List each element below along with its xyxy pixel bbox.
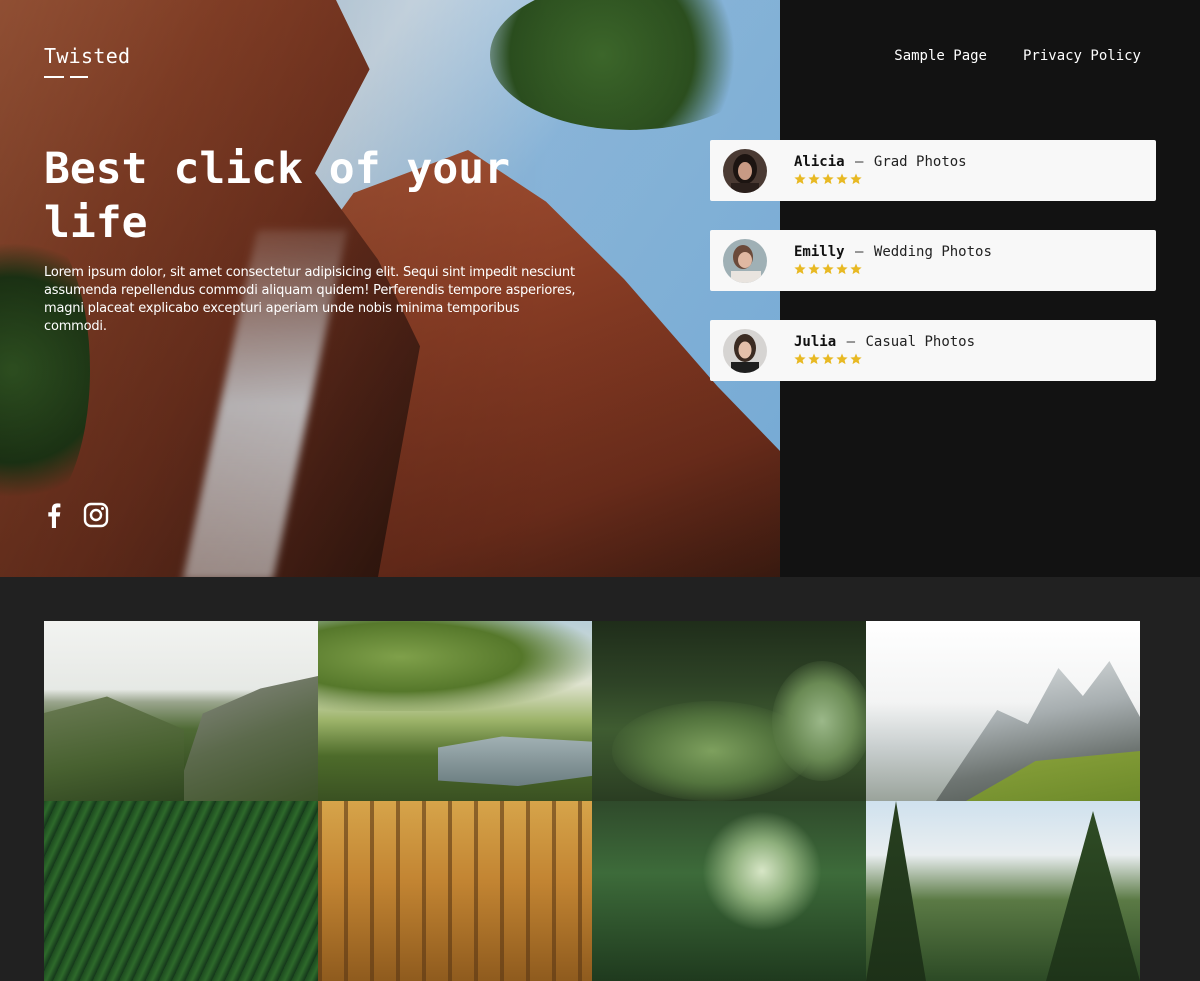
- review-category: Grad Photos: [873, 154, 967, 170]
- review-separator: —: [846, 334, 856, 350]
- rating-stars: [794, 353, 975, 365]
- star-icon: [850, 263, 862, 275]
- star-icon: [822, 173, 834, 185]
- avatar: [723, 239, 767, 283]
- gallery-photo-jungle-palms[interactable]: [592, 621, 866, 801]
- avatar: [723, 329, 767, 373]
- gallery-photo-canyon-valley[interactable]: [44, 621, 318, 801]
- gallery-photo-fern-leaves[interactable]: [44, 801, 318, 981]
- star-icon: [836, 353, 848, 365]
- instagram-icon[interactable]: [82, 501, 110, 529]
- main-nav: Sample Page Privacy Policy: [894, 48, 1141, 64]
- hero-section: Twisted Sample Page Privacy Policy Best …: [0, 0, 1200, 577]
- star-icon: [850, 173, 862, 185]
- review-card[interactable]: Alicia — Grad Photos: [710, 140, 1156, 201]
- star-icon: [822, 263, 834, 275]
- review-card[interactable]: Julia — Casual Photos: [710, 320, 1156, 381]
- star-icon: [794, 353, 806, 365]
- star-icon: [808, 173, 820, 185]
- hero-headline: Best click of your life: [44, 144, 510, 248]
- social-links: [40, 501, 110, 529]
- gallery-photo-autumn-forest[interactable]: [318, 801, 592, 981]
- nav-sample-page[interactable]: Sample Page: [894, 48, 987, 64]
- review-card[interactable]: Emilly — Wedding Photos: [710, 230, 1156, 291]
- star-icon: [836, 263, 848, 275]
- review-name: Emilly: [794, 244, 845, 260]
- rating-stars: [794, 263, 992, 275]
- rating-stars: [794, 173, 967, 185]
- review-category: Wedding Photos: [873, 244, 992, 260]
- star-icon: [836, 173, 848, 185]
- hero-intro-text: Lorem ipsum dolor, sit amet consectetur …: [44, 265, 576, 334]
- gallery-photo-mountain-peak[interactable]: [866, 621, 1140, 801]
- star-icon: [808, 353, 820, 365]
- nav-privacy-policy[interactable]: Privacy Policy: [1023, 48, 1141, 64]
- star-icon: [794, 173, 806, 185]
- star-icon: [822, 353, 834, 365]
- review-separator: —: [855, 154, 864, 170]
- star-icon: [850, 353, 862, 365]
- site-title-underline: [44, 76, 88, 78]
- review-name: Alicia: [794, 154, 845, 170]
- star-icon: [808, 263, 820, 275]
- review-separator: —: [855, 244, 864, 260]
- gallery-photo-rainforest-light[interactable]: [592, 801, 866, 981]
- gallery-photo-tree-river[interactable]: [318, 621, 592, 801]
- avatar: [723, 149, 767, 193]
- site-title[interactable]: Twisted: [44, 44, 130, 68]
- facebook-icon[interactable]: [40, 501, 68, 529]
- gallery-photo-pine-valley[interactable]: [866, 801, 1140, 981]
- star-icon: [794, 263, 806, 275]
- review-category: Casual Photos: [865, 334, 976, 350]
- review-name: Julia: [794, 334, 837, 350]
